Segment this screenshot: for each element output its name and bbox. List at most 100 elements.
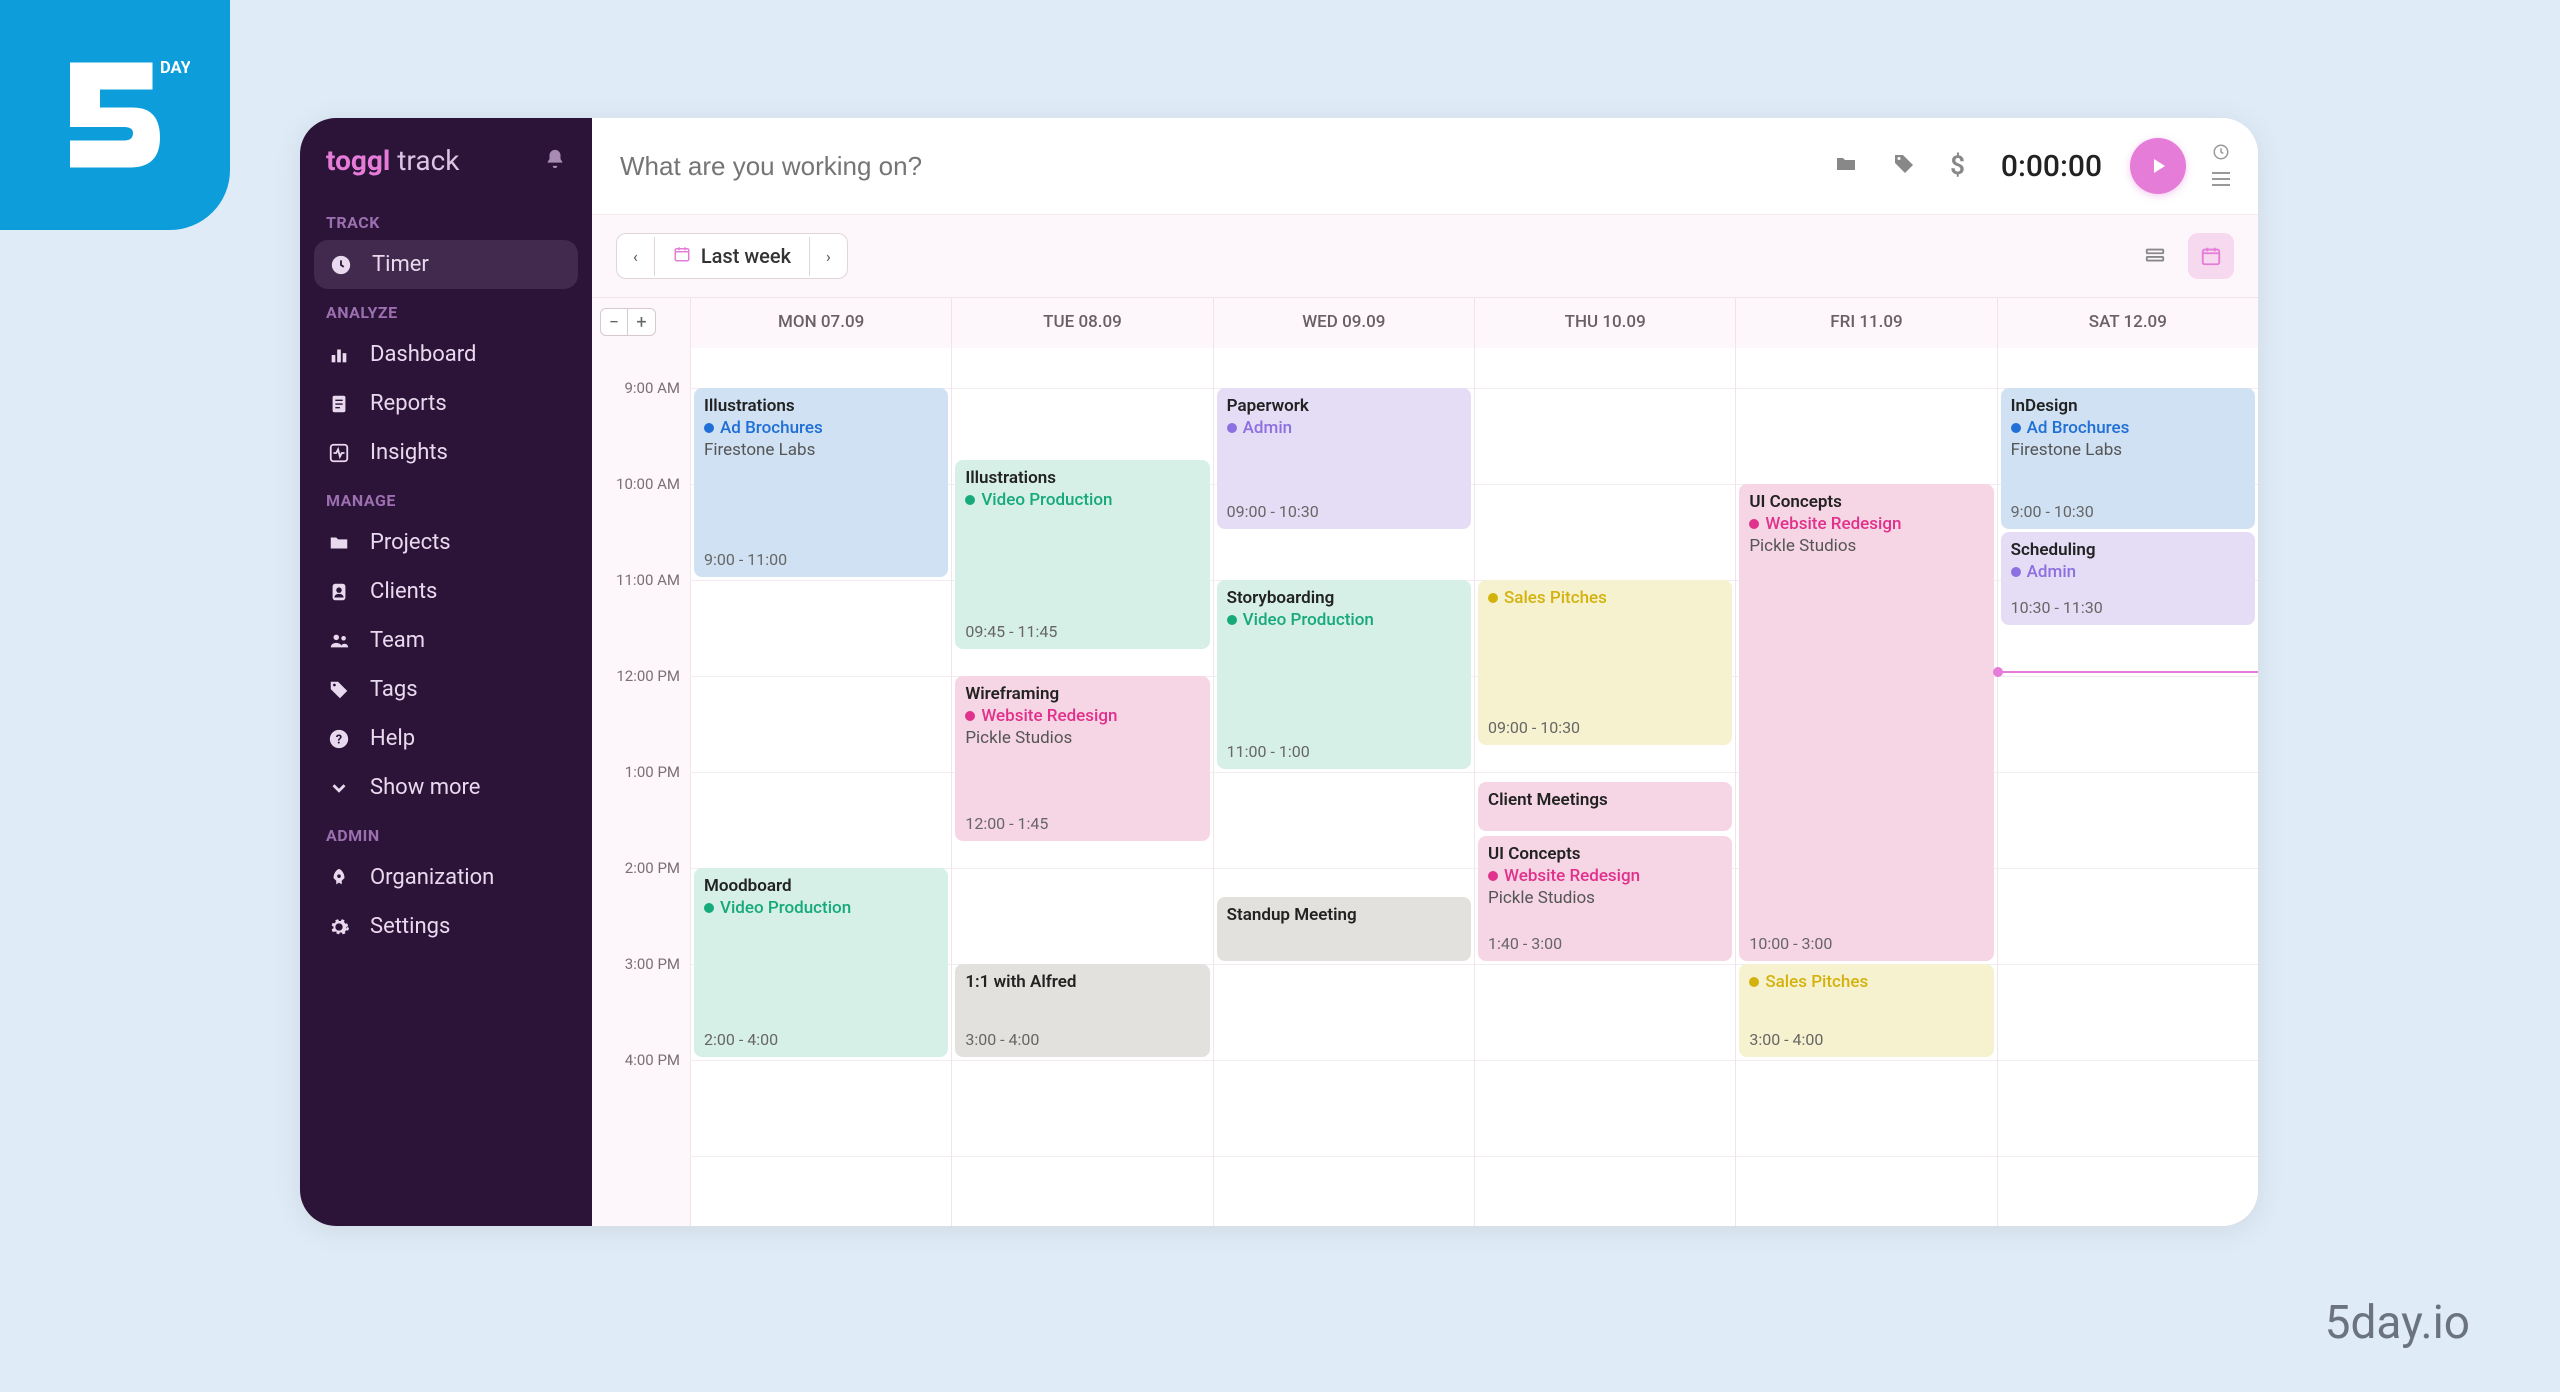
event-client: Pickle Studios: [1749, 536, 1983, 556]
event-client: Pickle Studios: [1488, 888, 1722, 908]
calendar-event[interactable]: 1:1 with Alfred3:00 - 4:00: [955, 964, 1209, 1057]
day-column[interactable]: UI ConceptsWebsite RedesignPickle Studio…: [1735, 348, 1996, 1226]
event-time: 9:00 - 10:30: [2011, 502, 2245, 521]
event-project: Sales Pitches: [1749, 972, 1983, 992]
team-icon: [326, 630, 352, 652]
date-range-button[interactable]: Last week: [655, 234, 809, 278]
sidebar-item-clients[interactable]: Clients: [300, 567, 592, 616]
calendar-view-button[interactable]: [2188, 233, 2234, 279]
event-time: 09:00 - 10:30: [1488, 718, 1722, 737]
event-title: Scheduling: [2011, 540, 2245, 560]
calendar-event[interactable]: UI ConceptsWebsite RedesignPickle Studio…: [1478, 836, 1732, 961]
calendar-event[interactable]: IllustrationsVideo Production09:45 - 11:…: [955, 460, 1209, 649]
sidebar-item-settings[interactable]: Settings: [300, 902, 592, 951]
list-view-button[interactable]: [2132, 233, 2178, 279]
day-header: FRI 11.09: [1735, 298, 1996, 348]
help-icon: ?: [326, 728, 352, 750]
time-label: 4:00 PM: [625, 1051, 680, 1069]
event-time: 11:00 - 1:00: [1227, 742, 1461, 761]
day-header: MON 07.09: [690, 298, 951, 348]
event-title: Moodboard: [704, 876, 938, 896]
menu-icon[interactable]: [2212, 171, 2230, 190]
sidebar-item-label: Clients: [370, 579, 437, 604]
day-column[interactable]: Sales Pitches 09:00 - 10:30 Client Meeting…: [1474, 348, 1735, 1226]
event-time: 10:30 - 11:30: [2011, 598, 2245, 617]
calendar-event[interactable]: Sales Pitches 3:00 - 4:00: [1739, 964, 1993, 1057]
event-project: Ad Brochures: [2011, 418, 2245, 438]
sidebar-item-label: Help: [370, 726, 415, 751]
event-project: Video Production: [1227, 610, 1461, 630]
sidebar-item-team[interactable]: Team: [300, 616, 592, 665]
timer-description-input[interactable]: [620, 151, 1808, 182]
event-time: 2:00 - 4:00: [704, 1030, 938, 1049]
tag-icon[interactable]: [1884, 152, 1924, 180]
calendar-event[interactable]: WireframingWebsite RedesignPickle Studio…: [955, 676, 1209, 841]
day-column[interactable]: IllustrationsAd BrochuresFirestone Labs9…: [690, 348, 951, 1226]
event-project: Website Redesign: [965, 706, 1199, 726]
billable-icon[interactable]: $: [1942, 151, 1973, 181]
event-client: Firestone Labs: [2011, 440, 2245, 460]
sidebar-item-label: Reports: [370, 391, 447, 416]
event-project: Sales Pitches: [1488, 588, 1722, 608]
event-time: 10:00 - 3:00: [1749, 934, 1983, 953]
app-logo: toggl track: [326, 144, 459, 177]
time-label: 1:00 PM: [625, 763, 680, 781]
calendar-event[interactable]: PaperworkAdmin09:00 - 10:30: [1217, 388, 1471, 529]
day-header: SAT 12.09: [1997, 298, 2258, 348]
calendar-event[interactable]: Standup Meeting: [1217, 897, 1471, 961]
event-time: 1:40 - 3:00: [1488, 934, 1722, 953]
event-title: UI Concepts: [1488, 844, 1722, 864]
sidebar-item-tags[interactable]: Tags: [300, 665, 592, 714]
start-timer-button[interactable]: [2130, 138, 2186, 194]
day-header: TUE 08.09: [951, 298, 1212, 348]
folder-icon[interactable]: [1826, 152, 1866, 180]
time-label: 9:00 AM: [624, 379, 680, 397]
day-column[interactable]: IllustrationsVideo Production09:45 - 11:…: [951, 348, 1212, 1226]
sidebar-item-dashboard[interactable]: Dashboard: [300, 330, 592, 379]
folder-icon: [326, 532, 352, 554]
sidebar-item-show-more[interactable]: Show more: [300, 763, 592, 812]
sidebar-item-label: Dashboard: [370, 342, 476, 367]
zoom-out-button[interactable]: −: [600, 308, 628, 336]
calendar-event[interactable]: Client Meetings: [1478, 782, 1732, 832]
brand-badge: DAY: [0, 0, 230, 230]
sidebar-section-label: ADMIN: [300, 812, 592, 853]
calendar-event[interactable]: IllustrationsAd BrochuresFirestone Labs9…: [694, 388, 948, 577]
topbar: $ 0:00:00: [592, 118, 2258, 215]
day-header: WED 09.09: [1213, 298, 1474, 348]
sidebar-item-label: Settings: [370, 914, 450, 939]
event-project: Video Production: [965, 490, 1199, 510]
event-project: Website Redesign: [1488, 866, 1722, 886]
zoom-in-button[interactable]: +: [628, 308, 656, 336]
calendar-event[interactable]: StoryboardingVideo Production11:00 - 1:0…: [1217, 580, 1471, 769]
manual-mode-icon[interactable]: [2212, 143, 2230, 165]
calendar-event[interactable]: MoodboardVideo Production2:00 - 4:00: [694, 868, 948, 1057]
event-title: Paperwork: [1227, 396, 1461, 416]
sidebar-item-help[interactable]: ? Help: [300, 714, 592, 763]
day-column[interactable]: PaperworkAdmin09:00 - 10:30 Storyboarding…: [1213, 348, 1474, 1226]
event-time: 09:00 - 10:30: [1227, 502, 1461, 521]
calendar-event[interactable]: UI ConceptsWebsite RedesignPickle Studio…: [1739, 484, 1993, 961]
clock-icon: [328, 254, 354, 276]
day-column[interactable]: InDesignAd BrochuresFirestone Labs9:00 -…: [1997, 348, 2258, 1226]
tag-icon: [326, 679, 352, 701]
sidebar-item-reports[interactable]: Reports: [300, 379, 592, 428]
sidebar-item-organization[interactable]: Organization: [300, 853, 592, 902]
next-week-button[interactable]: ›: [809, 237, 847, 276]
calendar-event[interactable]: SchedulingAdmin10:30 - 11:30: [2001, 532, 2255, 625]
sidebar-section-label: TRACK: [300, 199, 592, 240]
sidebar-item-insights[interactable]: Insights: [300, 428, 592, 477]
svg-text:DAY: DAY: [160, 59, 190, 78]
event-title: Client Meetings: [1488, 790, 1722, 810]
time-label: 11:00 AM: [616, 571, 680, 589]
calendar-event[interactable]: Sales Pitches 09:00 - 10:30: [1478, 580, 1732, 745]
sidebar: toggl track TRACKTimerANALYZEDashboardRe…: [300, 118, 592, 1226]
time-label: 2:00 PM: [625, 859, 680, 877]
sidebar-item-label: Team: [370, 628, 425, 653]
sidebar-item-projects[interactable]: Projects: [300, 518, 592, 567]
event-time: 3:00 - 4:00: [1749, 1030, 1983, 1049]
bell-icon[interactable]: [544, 148, 566, 174]
calendar-event[interactable]: InDesignAd BrochuresFirestone Labs9:00 -…: [2001, 388, 2255, 529]
prev-week-button[interactable]: ‹: [617, 237, 655, 276]
sidebar-item-timer[interactable]: Timer: [314, 240, 578, 289]
